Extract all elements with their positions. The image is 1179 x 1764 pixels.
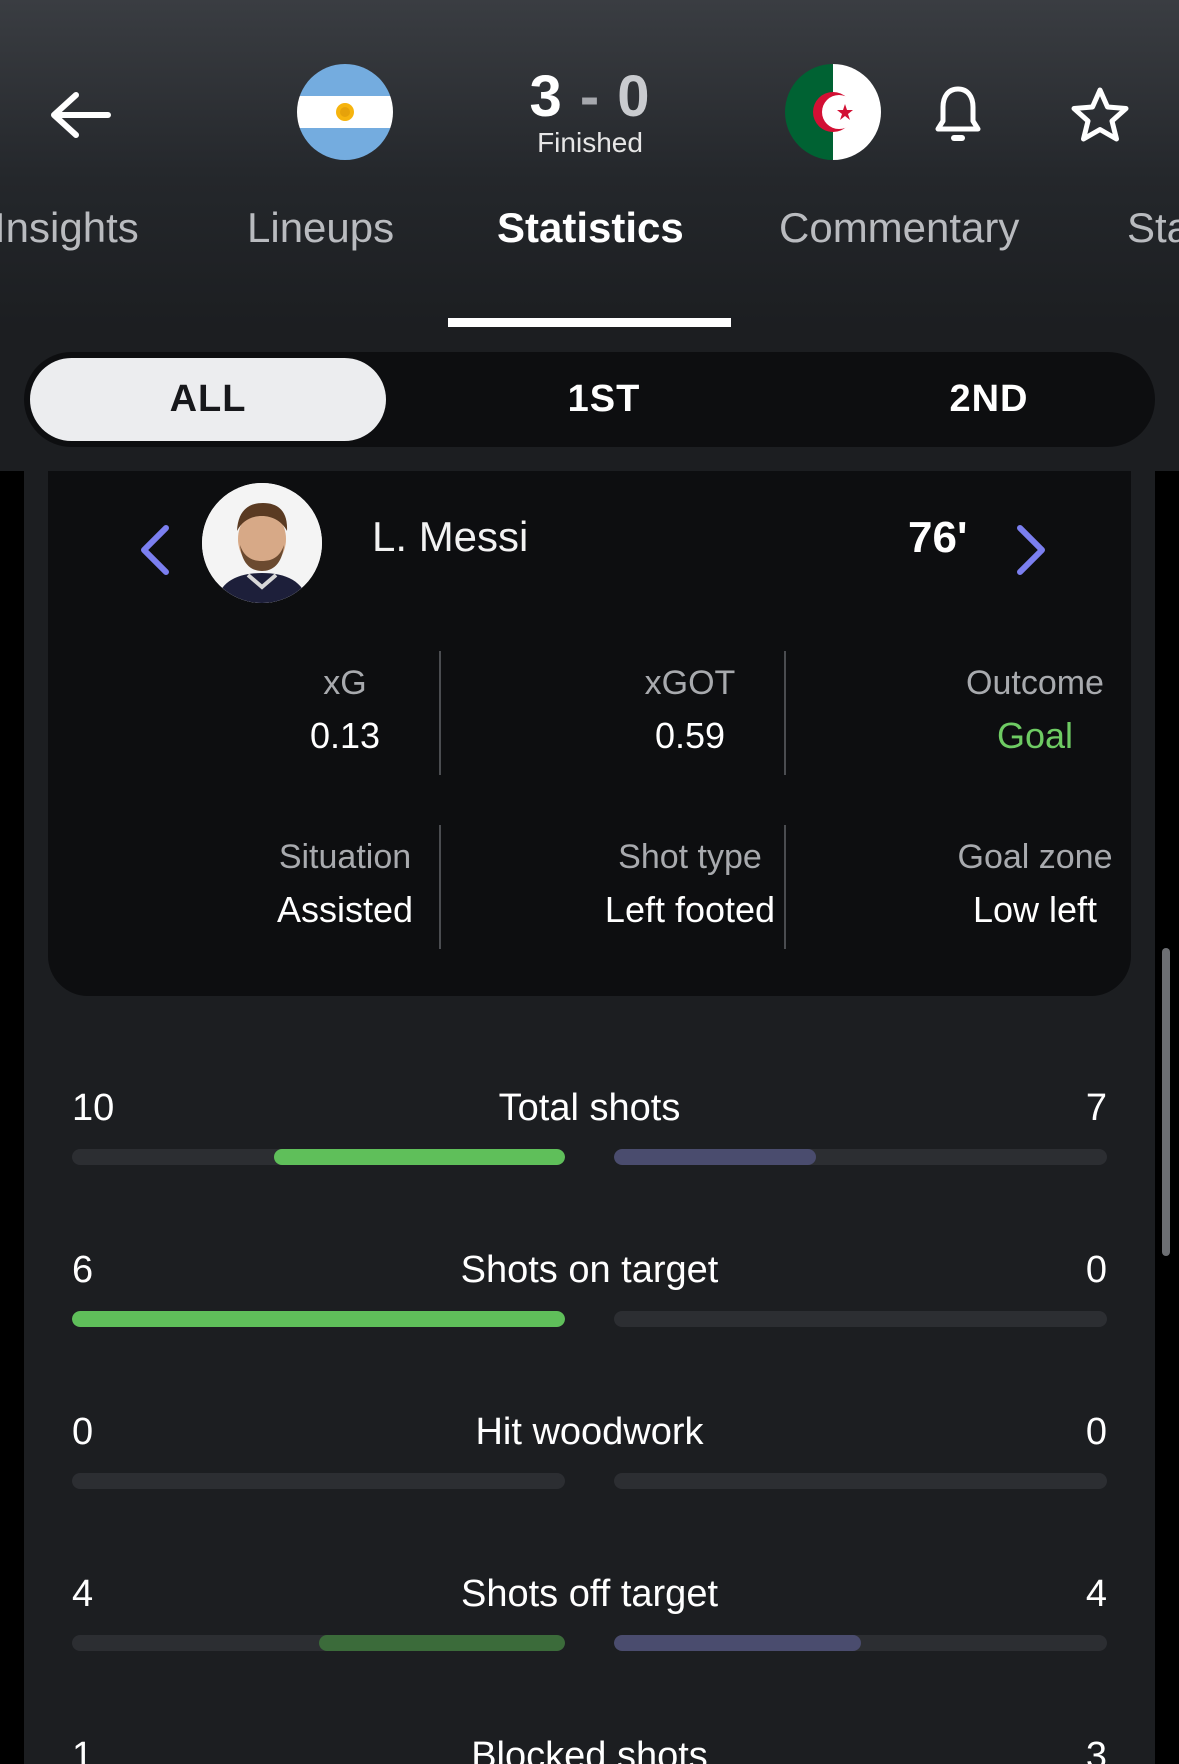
shot-detail-card: L. Messi 76' xG 0.13 xGOT 0.59 Outcome G… [48,471,1131,996]
stat-row-total-shots: 10 Total shots 7 [72,1087,1107,1177]
stat-name: Blocked shots [471,1735,708,1764]
away-bar-fill [614,1635,861,1651]
metric-outcome: Outcome Goal [885,664,1179,757]
metric-label: xG [323,664,367,702]
metric-value: 0.59 [654,715,726,756]
star-icon [1071,87,1129,142]
match-score: 3 - 0 [440,62,740,132]
metric-label: Outcome [966,664,1104,702]
algeria-flag-icon [785,64,881,160]
metric-value: Goal [996,715,1074,756]
period-second-half-button[interactable]: 2ND [839,352,1139,447]
metric-label: Situation [278,838,412,876]
score-separator: - [579,64,601,129]
home-bar-track [72,1635,565,1651]
metric-value: Low left [972,889,1098,930]
chevron-right-icon [1017,525,1045,575]
tab-lineups[interactable]: Lineups [247,204,394,252]
metric-situation: Situation Assisted [195,838,495,931]
stat-name: Hit woodwork [475,1411,704,1453]
home-bar-fill [72,1311,565,1327]
player-name: L. Messi [372,513,529,560]
home-bar-fill [318,1635,565,1651]
stat-row-hit-woodwork: 0 Hit woodwork 0 [72,1411,1107,1501]
active-tab-indicator [448,318,731,327]
metric-divider [439,825,441,949]
home-goals: 3 [529,64,563,129]
notifications-button[interactable] [928,80,988,150]
tab-statistics[interactable]: Statistics [497,204,684,252]
stat-away-value: 3 [1085,1735,1107,1764]
away-bar-track [614,1311,1107,1327]
scrollbar[interactable] [1162,948,1170,1256]
stat-name: Total shots [498,1087,681,1129]
next-shot-button[interactable] [1006,515,1056,585]
away-bar-track [614,1635,1107,1651]
favorite-button[interactable] [1064,80,1136,150]
shot-minute: 76' [908,513,968,562]
player-avatar[interactable] [202,483,322,603]
metric-shot-type: Shot type Left footed [540,838,840,931]
stat-row-shots-on-target: 6 Shots on target 0 [72,1249,1107,1339]
tab-commentary[interactable]: Commentary [779,204,1019,252]
metric-value: Assisted [276,889,414,930]
arrow-left-icon [51,92,111,138]
metric-label: xGOT [644,664,736,702]
argentina-flag-icon [297,64,393,160]
metric-divider [784,651,786,775]
statistics-content: L. Messi 76' xG 0.13 xGOT 0.59 Outcome G… [24,471,1155,1764]
stat-row-shots-off-target: 4 Shots off target 4 [72,1573,1107,1663]
home-bar-track [72,1311,565,1327]
away-goals: 0 [617,64,651,129]
period-switch: ALL 1ST 2ND [24,352,1155,447]
stat-name: Shots on target [460,1249,719,1291]
stat-away-value: 4 [1085,1573,1107,1615]
home-team-flag[interactable] [297,64,393,160]
away-bar-track [614,1149,1107,1165]
metric-goal-zone: Goal zone Low left [885,838,1179,931]
metric-value: 0.13 [309,715,381,756]
bell-icon [935,86,981,141]
tab-standings[interactable]: Sta [1127,204,1179,252]
previous-shot-button[interactable] [130,515,180,585]
metric-xg: xG 0.13 [195,664,495,757]
metric-label: Goal zone [957,838,1113,876]
away-team-flag[interactable] [785,64,881,160]
metric-divider [784,825,786,949]
stat-away-value: 0 [1085,1411,1107,1453]
metric-label: Shot type [618,838,762,876]
player-photo [202,483,322,603]
match-header: 3 - 0 Finished Insights Lineups Statisti… [0,0,1179,327]
home-bar-track [72,1149,565,1165]
match-status: Finished [537,127,643,158]
home-bar-fill [274,1149,565,1165]
stat-row-blocked-shots: 1 Blocked shots 3 [72,1735,1107,1764]
chevron-left-icon [141,525,169,575]
stat-name: Shots off target [460,1573,719,1615]
home-bar-track [72,1473,565,1489]
period-all-button[interactable]: ALL [30,358,386,441]
metric-value: Left footed [604,889,776,930]
tab-insights[interactable]: Insights [0,204,139,252]
away-bar-track [614,1473,1107,1489]
metric-xgot: xGOT 0.59 [540,664,840,757]
back-button[interactable] [40,80,120,150]
stat-away-value: 0 [1085,1249,1107,1291]
away-bar-fill [614,1149,817,1165]
period-first-half-button[interactable]: 1ST [454,352,754,447]
metric-divider [439,651,441,775]
stat-away-value: 7 [1085,1087,1107,1129]
